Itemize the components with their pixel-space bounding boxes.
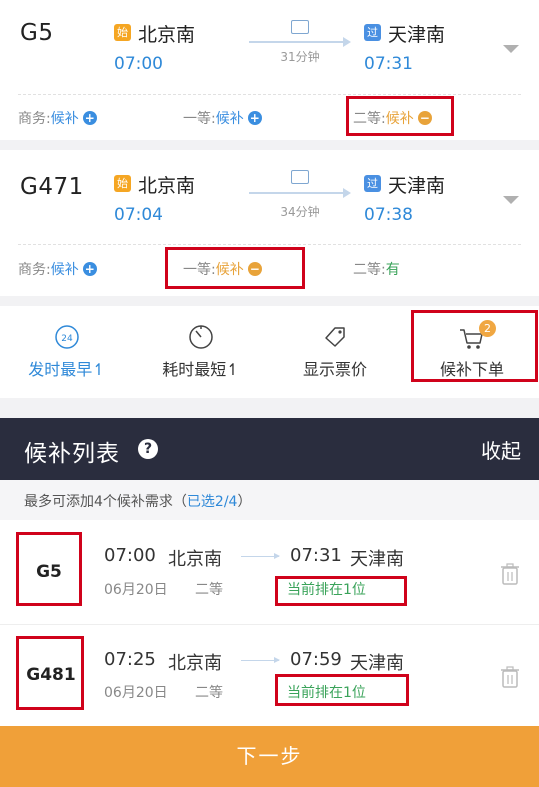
highlight-box xyxy=(411,310,538,382)
seat-label: 商务: xyxy=(18,111,51,127)
highlight-box xyxy=(275,674,409,706)
sort-earliest-departure[interactable]: 24 发时最早↿ xyxy=(0,306,134,398)
highlight-box xyxy=(16,636,84,710)
seat-business[interactable]: 商务: 候补 + xyxy=(18,259,97,279)
order-route-arrow xyxy=(241,657,280,663)
order-from-station: 北京南 xyxy=(168,653,222,674)
train-icon xyxy=(291,20,309,34)
departure-station: 北京南 xyxy=(138,175,196,197)
waitlist-header: 候补列表 ? 收起 xyxy=(0,418,539,480)
order-arrive-time: 07:31 xyxy=(290,545,342,566)
price-tag-icon xyxy=(322,324,348,354)
seat-label: 二等: xyxy=(353,262,386,278)
order-depart-time: 07:00 xyxy=(104,545,156,566)
route-arrow-head xyxy=(343,188,351,198)
divider xyxy=(18,94,521,95)
order-date: 06月20日 xyxy=(104,582,168,598)
seat-business[interactable]: 商务: 候补 + xyxy=(18,108,97,128)
help-icon[interactable]: ? xyxy=(138,439,158,459)
highlight-box xyxy=(16,532,82,606)
waitlist-title: 候补列表 xyxy=(24,441,120,467)
order-seat-class: 二等 xyxy=(195,685,223,701)
travel-duration: 31分钟 xyxy=(280,50,320,64)
order-to-station: 天津南 xyxy=(350,653,404,674)
seat-label: 一等: xyxy=(183,111,216,127)
seat-first-class[interactable]: 一等: 候补 + xyxy=(183,108,262,128)
order-depart-time: 07:25 xyxy=(104,649,156,670)
sort-label: 显示票价 xyxy=(302,360,367,379)
order-route-arrow xyxy=(241,553,280,559)
train-icon xyxy=(291,170,309,184)
timer-icon xyxy=(188,324,214,354)
info-text: 最多可添加4个候补需求（ xyxy=(24,494,187,510)
selected-count: 已选2/4 xyxy=(186,494,238,510)
show-price-toggle[interactable]: 显示票价 xyxy=(268,306,402,398)
add-waitlist-icon[interactable]: + xyxy=(247,111,262,125)
sort-label: 耗时最短↿ xyxy=(162,360,240,379)
order-date: 06月20日 xyxy=(104,685,168,701)
order-seat-class: 二等 xyxy=(195,582,223,598)
sort-label: 发时最早↿ xyxy=(28,360,106,379)
highlight-box xyxy=(275,576,407,606)
highlight-box xyxy=(346,96,454,136)
order-to-station: 天津南 xyxy=(350,549,404,570)
order-arrive-time: 07:59 xyxy=(290,649,342,670)
order-from-station: 北京南 xyxy=(168,549,222,570)
departure-station: 北京南 xyxy=(138,24,196,46)
departure-time: 07:00 xyxy=(114,54,163,74)
divider xyxy=(18,244,521,245)
train-card-g5[interactable]: G5 始 北京南 07:00 31分钟 过 天津南 07:31 商务: 候补 +… xyxy=(0,0,539,140)
waitlist-info: 最多可添加4个候补需求（已选2/4） xyxy=(0,480,539,520)
seat-status: 候补 xyxy=(215,111,244,127)
highlight-box xyxy=(165,247,305,289)
travel-duration: 34分钟 xyxy=(280,205,320,219)
arrival-station: 天津南 xyxy=(388,175,446,197)
train-number: G471 xyxy=(20,174,84,200)
info-text-end: ） xyxy=(237,494,252,510)
chevron-down-icon[interactable] xyxy=(503,45,519,53)
arrival-time: 07:31 xyxy=(364,54,413,74)
seat-second-class[interactable]: 二等: 有 xyxy=(353,259,400,279)
collapse-button[interactable]: 收起 xyxy=(481,435,521,464)
pass-station-badge: 过 xyxy=(364,175,381,192)
trash-icon[interactable] xyxy=(500,562,520,590)
departure-time: 07:04 xyxy=(114,205,163,225)
seat-status: 有 xyxy=(385,262,400,278)
arrival-station: 天津南 xyxy=(388,24,446,46)
pass-station-badge: 过 xyxy=(364,24,381,41)
start-station-badge: 始 xyxy=(114,175,131,192)
train-number: G5 xyxy=(20,20,54,46)
add-waitlist-icon[interactable]: + xyxy=(82,262,97,276)
trash-icon[interactable] xyxy=(500,665,520,693)
seat-status: 候补 xyxy=(50,111,79,127)
add-waitlist-icon[interactable]: + xyxy=(82,111,97,125)
clock-24-text: 24 xyxy=(61,334,73,344)
arrival-time: 07:38 xyxy=(364,205,413,225)
route-arrow-line xyxy=(249,192,344,194)
route-arrow-head xyxy=(343,37,351,47)
chevron-down-icon[interactable] xyxy=(503,196,519,204)
sort-shortest-duration[interactable]: 耗时最短↿ xyxy=(134,306,268,398)
next-step-button[interactable]: 下一步 xyxy=(0,726,539,787)
seat-status: 候补 xyxy=(50,262,79,278)
seat-label: 商务: xyxy=(18,262,51,278)
start-station-badge: 始 xyxy=(114,24,131,41)
clock-24-icon: 24 xyxy=(54,324,80,354)
route-arrow-line xyxy=(249,41,344,43)
